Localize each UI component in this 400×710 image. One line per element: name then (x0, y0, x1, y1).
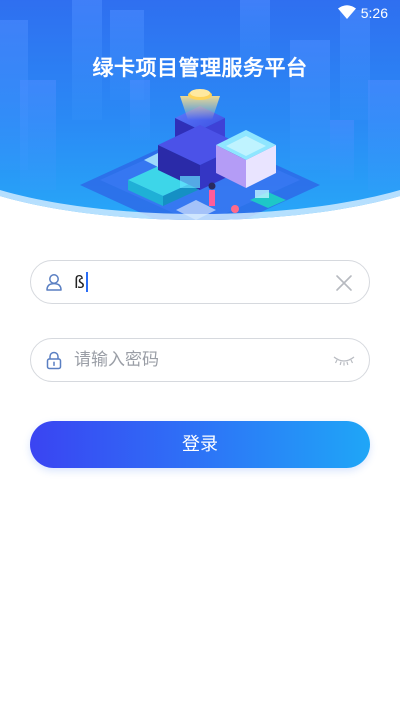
status-time: 5:26 (360, 5, 388, 21)
password-input[interactable] (74, 347, 324, 373)
status-bar: 5:26 (0, 0, 400, 26)
lock-icon (44, 350, 64, 370)
login-button[interactable]: 登录 (30, 421, 370, 468)
close-icon[interactable] (335, 274, 353, 292)
password-field[interactable] (30, 338, 370, 382)
username-field[interactable]: ß (30, 260, 370, 304)
user-icon (44, 272, 64, 292)
eye-closed-icon[interactable] (333, 353, 355, 367)
username-input[interactable]: ß (74, 272, 88, 293)
wifi-icon (338, 5, 356, 23)
isometric-city-illustration (0, 0, 400, 222)
app-title: 绿卡项目管理服务平台 (92, 56, 308, 80)
login-screen: 5:26 绿卡项目管理服务平台 ß 登录 (0, 0, 400, 710)
header-banner: 5:26 绿卡项目管理服务平台 (0, 0, 400, 222)
username-value: ß (74, 273, 85, 293)
text-cursor (85, 272, 88, 292)
